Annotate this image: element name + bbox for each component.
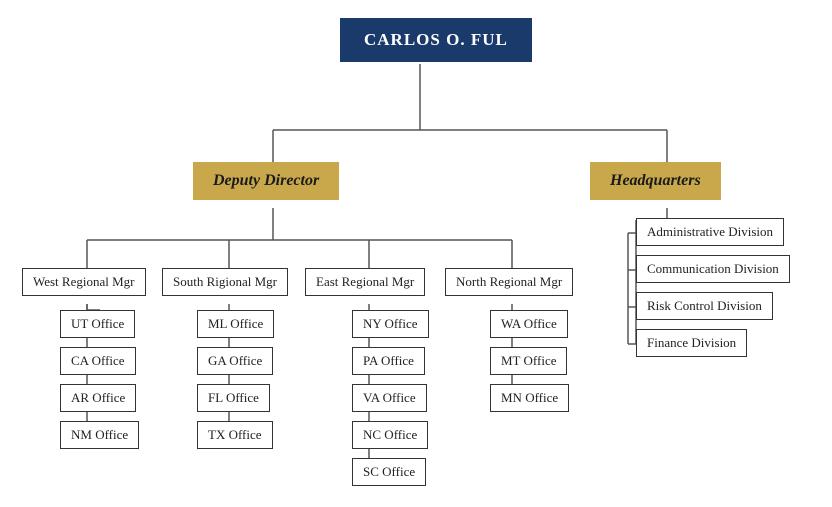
nm-label: NM Office bbox=[60, 421, 139, 449]
ga-node: GA Office bbox=[197, 347, 273, 375]
pa-node: PA Office bbox=[352, 347, 425, 375]
west-node: West Regional Mgr bbox=[22, 268, 146, 296]
admin-label: Administrative Division bbox=[636, 218, 784, 246]
south-label: South Rigional Mgr bbox=[162, 268, 288, 296]
ga-label: GA Office bbox=[197, 347, 273, 375]
comm-node: Communication Division bbox=[636, 255, 790, 283]
hq-label: Headquarters bbox=[590, 162, 721, 200]
comm-label: Communication Division bbox=[636, 255, 790, 283]
hq-node: Headquarters bbox=[590, 162, 721, 200]
ny-label: NY Office bbox=[352, 310, 429, 338]
ml-node: ML Office bbox=[197, 310, 274, 338]
nm-node: NM Office bbox=[60, 421, 139, 449]
mn-node: MN Office bbox=[490, 384, 569, 412]
root-label: CARLOS O. FUL bbox=[340, 18, 532, 62]
fl-label: FL Office bbox=[197, 384, 270, 412]
nc-node: NC Office bbox=[352, 421, 428, 449]
mt-label: MT Office bbox=[490, 347, 567, 375]
admin-node: Administrative Division bbox=[636, 218, 784, 246]
ut-label: UT Office bbox=[60, 310, 135, 338]
mt-node: MT Office bbox=[490, 347, 567, 375]
risk-node: Risk Control Division bbox=[636, 292, 773, 320]
finance-node: Finance Division bbox=[636, 329, 747, 357]
sc-node: SC Office bbox=[352, 458, 426, 486]
risk-label: Risk Control Division bbox=[636, 292, 773, 320]
south-node: South Rigional Mgr bbox=[162, 268, 288, 296]
org-chart: CARLOS O. FUL Deputy Director Headquarte… bbox=[0, 0, 832, 507]
east-label: East Regional Mgr bbox=[305, 268, 425, 296]
ut-node: UT Office bbox=[60, 310, 135, 338]
fl-node: FL Office bbox=[197, 384, 270, 412]
west-label: West Regional Mgr bbox=[22, 268, 146, 296]
tx-label: TX Office bbox=[197, 421, 273, 449]
wa-node: WA Office bbox=[490, 310, 568, 338]
va-label: VA Office bbox=[352, 384, 427, 412]
north-node: North Regional Mgr bbox=[445, 268, 573, 296]
east-node: East Regional Mgr bbox=[305, 268, 425, 296]
ar-label: AR Office bbox=[60, 384, 136, 412]
ar-node: AR Office bbox=[60, 384, 136, 412]
wa-label: WA Office bbox=[490, 310, 568, 338]
ny-node: NY Office bbox=[352, 310, 429, 338]
nc-label: NC Office bbox=[352, 421, 428, 449]
north-label: North Regional Mgr bbox=[445, 268, 573, 296]
ca-node: CA Office bbox=[60, 347, 136, 375]
pa-label: PA Office bbox=[352, 347, 425, 375]
ml-label: ML Office bbox=[197, 310, 274, 338]
va-node: VA Office bbox=[352, 384, 427, 412]
deputy-label: Deputy Director bbox=[193, 162, 339, 200]
ca-label: CA Office bbox=[60, 347, 136, 375]
mn-label: MN Office bbox=[490, 384, 569, 412]
sc-label: SC Office bbox=[352, 458, 426, 486]
root-node: CARLOS O. FUL bbox=[340, 18, 532, 62]
finance-label: Finance Division bbox=[636, 329, 747, 357]
deputy-node: Deputy Director bbox=[193, 162, 339, 200]
tx-node: TX Office bbox=[197, 421, 273, 449]
